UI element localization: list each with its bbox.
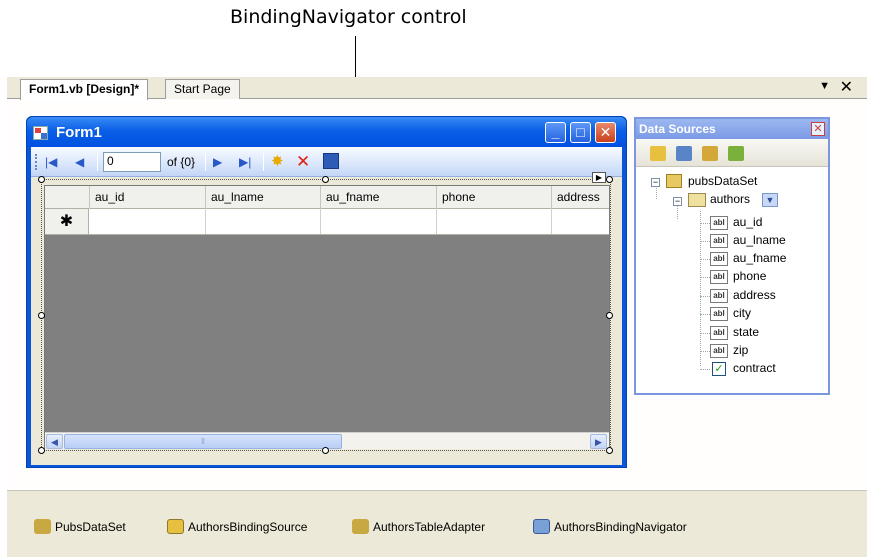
form1-title-bar[interactable]: Form1 _ □ ✕ <box>27 117 626 147</box>
tray-component[interactable]: AuthorsBindingNavigator <box>533 519 687 534</box>
resize-handle[interactable] <box>322 447 329 454</box>
textbox-field-icon: abl <box>710 289 728 303</box>
tray-component[interactable]: AuthorsTableAdapter <box>352 519 485 534</box>
tab-list-chevron-icon[interactable]: ▼ <box>819 80 830 92</box>
edit-dataset-icon[interactable] <box>676 146 692 161</box>
tab-start-page[interactable]: Start Page <box>165 79 240 99</box>
textbox-field-icon: abl <box>710 326 728 340</box>
tree-field[interactable]: phone <box>733 269 766 283</box>
component-tray: PubsDataSet AuthorsBindingSource Authors… <box>7 490 867 557</box>
data-sources-title: Data Sources ✕ <box>636 119 828 139</box>
textbox-field-icon: abl <box>710 216 728 230</box>
tree-field[interactable]: au_fname <box>733 251 786 265</box>
textbox-field-icon: abl <box>710 252 728 266</box>
textbox-field-icon: abl <box>710 234 728 248</box>
table-icon <box>688 193 706 207</box>
textbox-field-icon: abl <box>710 344 728 358</box>
delete-icon[interactable]: ✕ <box>296 153 310 170</box>
tray-component[interactable]: AuthorsBindingSource <box>167 519 307 534</box>
binding-source-icon <box>167 519 184 534</box>
tree-field[interactable]: zip <box>733 343 748 357</box>
tray-component[interactable]: PubsDataSet <box>34 519 126 534</box>
tray-component-label: PubsDataSet <box>55 520 126 534</box>
tray-component-label: AuthorsBindingSource <box>188 520 308 534</box>
resize-handle[interactable] <box>38 176 45 183</box>
close-document-icon[interactable]: ✕ <box>840 77 853 97</box>
resize-handle[interactable] <box>38 312 45 319</box>
tree-node-table[interactable]: authors <box>710 192 750 206</box>
dropdown-chevron-icon[interactable]: ▼ <box>762 193 778 207</box>
resize-handle[interactable] <box>606 176 613 183</box>
textbox-field-icon: abl <box>710 270 728 284</box>
tab-form1-design[interactable]: Form1.vb [Design]* <box>20 79 149 100</box>
tree-field[interactable]: address <box>733 288 776 302</box>
tree-field[interactable]: au_id <box>733 215 762 229</box>
save-icon[interactable] <box>323 153 339 169</box>
resize-handle[interactable] <box>606 312 613 319</box>
position-input[interactable]: 0 <box>103 152 161 172</box>
count-label: of {0} <box>167 155 196 169</box>
move-first-icon[interactable]: |◀ <box>45 155 57 169</box>
textbox-field-icon: abl <box>710 307 728 321</box>
tree-field[interactable]: state <box>733 325 759 339</box>
grid-selection-border <box>41 179 611 451</box>
toolbar-separator <box>205 153 206 171</box>
tray-component-label: AuthorsTableAdapter <box>373 520 486 534</box>
collapse-table-icon[interactable]: − <box>673 197 682 206</box>
add-data-source-icon[interactable] <box>650 146 666 161</box>
move-next-icon[interactable]: ▶ <box>213 155 222 169</box>
tray-component-label: AuthorsBindingNavigator <box>554 520 687 534</box>
table-adapter-icon <box>352 519 369 534</box>
collapse-dataset-icon[interactable]: − <box>651 178 660 187</box>
dataset-icon <box>666 174 682 188</box>
binding-navigator-toolbar[interactable]: |◀ ◀ 0 of {0} ▶ ▶| ✸ ✕ <box>31 147 622 177</box>
tree-node-dataset[interactable]: pubsDataSet <box>688 174 757 188</box>
data-sources-title-text: Data Sources <box>639 122 716 136</box>
data-sources-panel: Data Sources ✕ − pubsDataSet − authors ▼… <box>634 117 830 395</box>
maximize-button[interactable]: □ <box>570 122 591 143</box>
tree-field[interactable]: city <box>733 306 751 320</box>
smart-tag-icon[interactable]: ▶ <box>592 172 606 183</box>
toolbar-separator <box>263 153 264 171</box>
close-panel-icon[interactable]: ✕ <box>811 122 825 136</box>
callout-label: BindingNavigator control <box>230 6 467 28</box>
tree-field[interactable]: au_lname <box>733 233 786 247</box>
minimize-button[interactable]: _ <box>545 122 566 143</box>
form1-caption: Form1 <box>56 124 102 141</box>
toolbar-grip[interactable] <box>35 154 37 170</box>
resize-handle[interactable] <box>38 447 45 454</box>
tree-field[interactable]: contract <box>733 361 776 375</box>
move-previous-icon[interactable]: ◀ <box>75 155 84 169</box>
checkbox-field-icon: ✓ <box>712 362 726 376</box>
toolbar-separator <box>97 153 98 171</box>
data-sources-toolbar <box>636 139 828 167</box>
binding-navigator-icon <box>533 519 550 534</box>
configure-dataset-icon[interactable] <box>702 146 718 161</box>
add-new-icon[interactable]: ✸ <box>271 154 284 169</box>
dataset-component-icon <box>34 519 51 534</box>
refresh-icon[interactable] <box>728 146 744 161</box>
document-tabstrip: Form1.vb [Design]* Start Page ▼ ✕ <box>7 77 867 100</box>
form-icon <box>33 126 48 140</box>
move-last-icon[interactable]: ▶| <box>239 155 251 169</box>
close-button[interactable]: ✕ <box>595 122 616 143</box>
resize-handle[interactable] <box>322 176 329 183</box>
resize-handle[interactable] <box>606 447 613 454</box>
